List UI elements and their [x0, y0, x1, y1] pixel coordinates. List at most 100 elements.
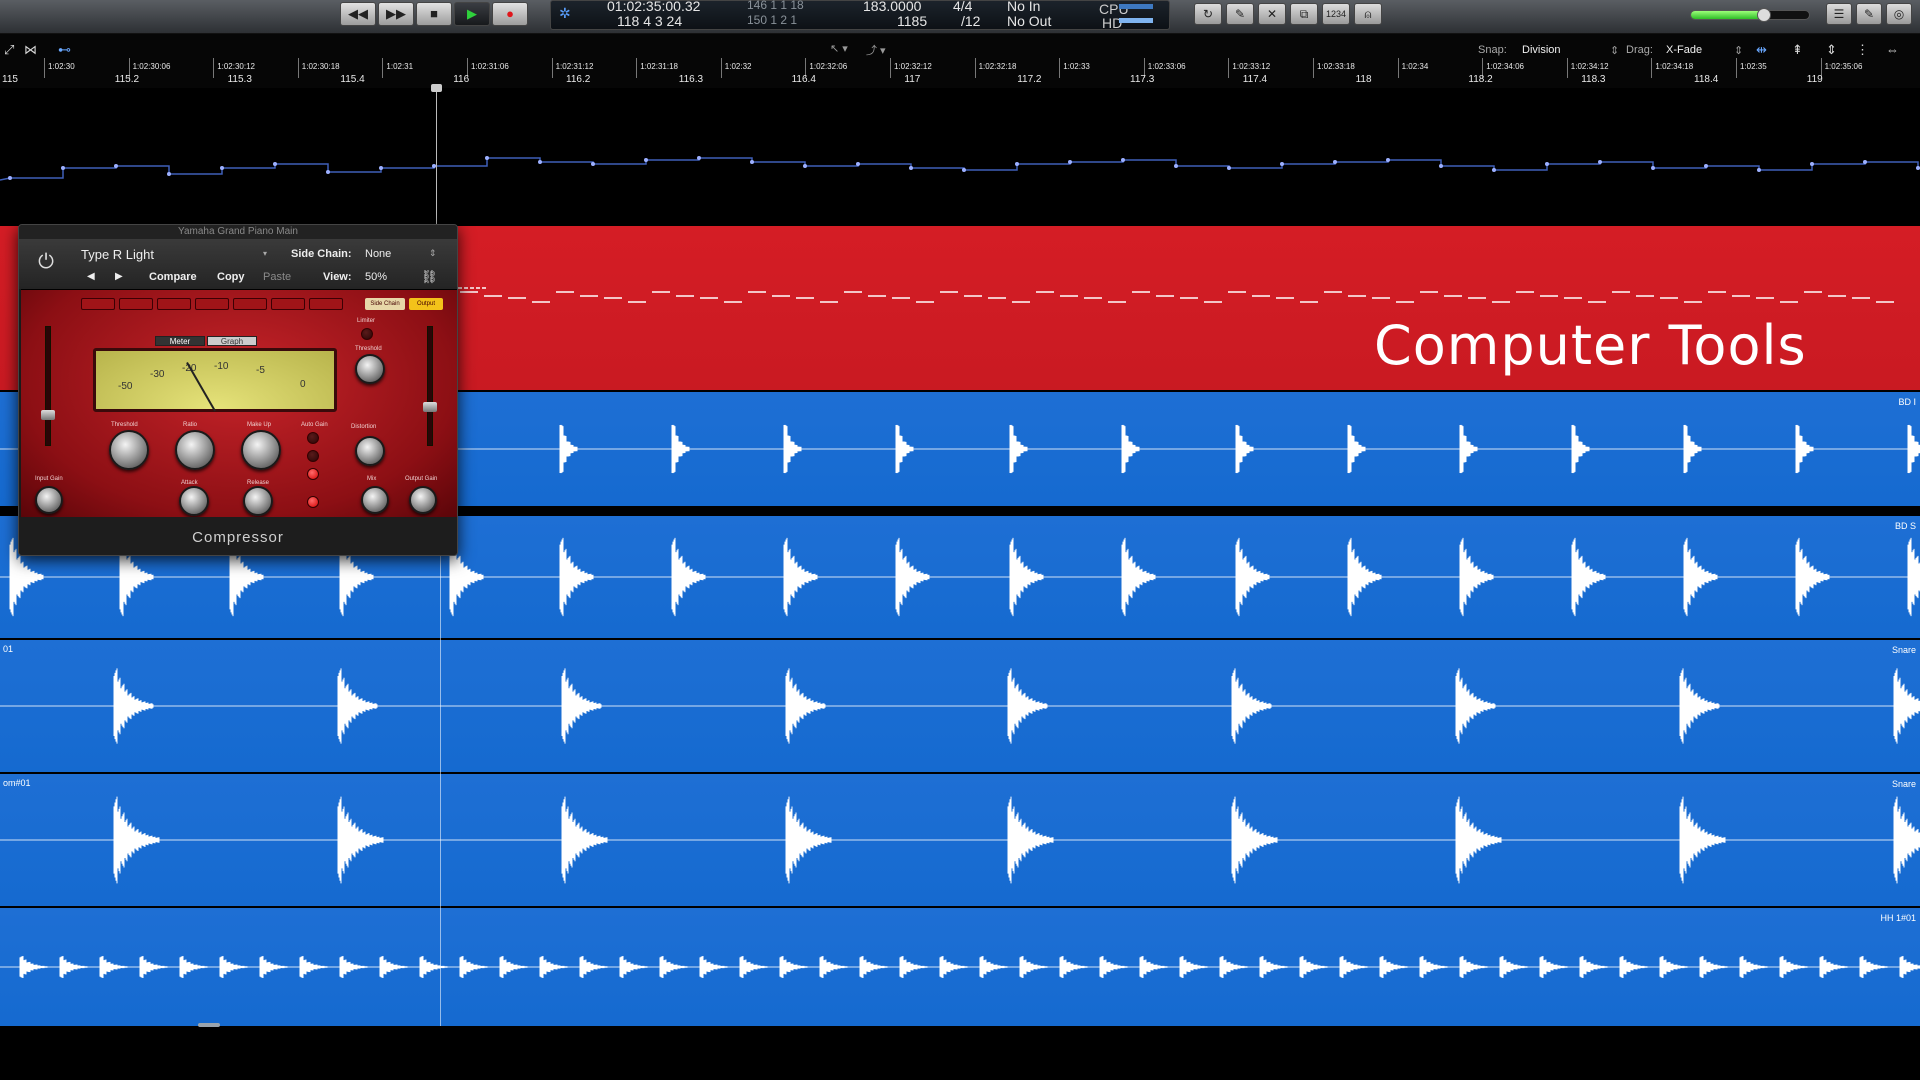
auto-gain-led[interactable] — [307, 468, 319, 480]
copy-button[interactable]: Copy — [217, 271, 245, 283]
tempo-point[interactable] — [1598, 160, 1602, 164]
tempo-point[interactable] — [273, 162, 277, 166]
height-icon[interactable]: ⇕ — [1826, 42, 1837, 58]
play-button[interactable]: ▶ — [454, 2, 490, 26]
playhead[interactable] — [436, 84, 437, 224]
make-up-knob[interactable] — [241, 430, 281, 470]
tempo-point[interactable] — [8, 176, 12, 180]
tempo-point[interactable] — [1174, 164, 1178, 168]
cycle-icon[interactable]: ↻ — [1194, 3, 1222, 25]
tempo-point[interactable] — [1810, 162, 1814, 166]
ruler-bar[interactable]: ⤢ ⋈ ⊷ ↖ ▾ ⤴ ▾ Snap: Division ⇕ Drag: X-F… — [0, 34, 1920, 88]
view-select[interactable]: 50% — [365, 271, 387, 283]
snap-select[interactable]: Division — [1522, 44, 1561, 56]
tempo-point[interactable] — [1280, 162, 1284, 166]
tempo-point[interactable] — [1121, 158, 1125, 162]
secondary-tool-icon[interactable]: ⤴ ▾ — [866, 42, 886, 58]
tempo-lane[interactable] — [0, 88, 1920, 226]
output-fader-track[interactable] — [427, 326, 433, 446]
tempo-point[interactable] — [1333, 160, 1337, 164]
input-fader-knob[interactable] — [41, 410, 55, 420]
side-chain-button[interactable]: Side Chain — [365, 298, 405, 310]
master-volume-knob[interactable] — [1757, 8, 1771, 22]
snare-track-2[interactable]: om#01 Snare — [0, 774, 1920, 906]
tempo-point[interactable] — [114, 164, 118, 168]
tempo-point[interactable] — [909, 166, 913, 170]
tempo-point[interactable] — [61, 166, 65, 170]
model-button[interactable] — [81, 298, 115, 310]
tempo-point[interactable] — [962, 168, 966, 172]
mute-icon[interactable]: ✕ — [1258, 3, 1286, 25]
meter-tab[interactable]: Meter — [155, 336, 205, 346]
more-icon[interactable]: ⋮ — [1856, 42, 1869, 58]
expand-icon[interactable]: ⇔ — [1886, 42, 1899, 57]
link-icon[interactable]: ⛓ — [421, 269, 438, 285]
tempo-point[interactable] — [1651, 166, 1655, 170]
gear-icon[interactable]: ✲ — [559, 5, 571, 22]
tempo-point[interactable] — [1545, 162, 1549, 166]
master-volume-slider[interactable] — [1690, 8, 1810, 22]
input-gain-knob[interactable] — [35, 486, 63, 514]
compressor-plugin-window[interactable]: Yamaha Grand Piano Main ⏻ Type R Light ▾… — [18, 224, 458, 556]
drag-select[interactable]: X-Fade — [1666, 44, 1702, 56]
tempo-point[interactable] — [1227, 166, 1231, 170]
playhead-handle[interactable] — [431, 84, 442, 92]
pointer-tool-icon[interactable]: ↖ ▾ — [830, 42, 848, 55]
output-gain-knob[interactable] — [409, 486, 437, 514]
compare-button[interactable]: Compare — [149, 271, 197, 283]
tempo-point[interactable] — [1439, 164, 1443, 168]
tempo-point[interactable] — [750, 160, 754, 164]
rewind-button[interactable]: ◀◀ — [340, 2, 376, 26]
model-button[interactable] — [119, 298, 153, 310]
tempo-point[interactable] — [538, 160, 542, 164]
tempo-point[interactable] — [697, 156, 701, 160]
stop-button[interactable]: ■ — [416, 2, 452, 26]
tempo-point[interactable] — [485, 156, 489, 160]
lcd-display[interactable]: ✲ 01:02:35:00.32 118 4 3 24 146 1 1 18 1… — [550, 0, 1170, 31]
ratio-knob[interactable] — [175, 430, 215, 470]
auto-gain-led[interactable] — [307, 432, 319, 444]
preset-menu[interactable]: Type R Light — [81, 247, 154, 262]
tempo-point[interactable] — [1492, 168, 1496, 172]
tempo-point[interactable] — [220, 166, 224, 170]
tempo-point[interactable] — [1068, 160, 1072, 164]
solo-icon[interactable]: ⧉ — [1290, 3, 1318, 25]
automation-icon[interactable]: ⊷ — [58, 42, 71, 58]
metronome-icon[interactable]: ⍝ — [1354, 3, 1382, 25]
output-fader-knob[interactable] — [423, 402, 437, 412]
notepad-icon[interactable]: ✎ — [1856, 3, 1882, 25]
paste-button[interactable]: Paste — [263, 271, 291, 283]
model-button[interactable] — [157, 298, 191, 310]
tempo-point[interactable] — [1386, 158, 1390, 162]
attack-knob[interactable] — [179, 486, 209, 516]
list-icon[interactable]: ☰ — [1826, 3, 1852, 25]
tempo-point[interactable] — [1757, 168, 1761, 172]
limiter-led[interactable] — [361, 328, 373, 340]
tempo-point[interactable] — [1863, 160, 1867, 164]
side-chain-arrows-icon[interactable]: ⇕ — [429, 248, 437, 259]
snare-track-1[interactable]: 01 Snare — [0, 640, 1920, 772]
limiter-threshold-knob[interactable] — [355, 354, 385, 384]
record-button[interactable]: ● — [492, 2, 528, 26]
output-button[interactable]: Output — [409, 298, 443, 310]
input-fader-track[interactable] — [45, 326, 51, 446]
waveform-zoom-icon[interactable]: ⇹ — [1756, 42, 1767, 58]
previous-preset-icon[interactable]: ◀ — [87, 271, 95, 282]
loops-icon[interactable]: ◎ — [1886, 3, 1912, 25]
mix-knob[interactable] — [361, 486, 389, 514]
auto-gain-led[interactable] — [307, 450, 319, 462]
model-button[interactable] — [195, 298, 229, 310]
threshold-knob[interactable] — [109, 430, 149, 470]
model-button[interactable] — [309, 298, 343, 310]
tempo-point[interactable] — [1916, 166, 1920, 170]
model-button[interactable] — [271, 298, 305, 310]
horizontal-scroll-thumb[interactable] — [198, 1023, 220, 1027]
tempo-point[interactable] — [1015, 162, 1019, 166]
side-chain-select[interactable]: None — [365, 248, 391, 260]
count-in-icon[interactable]: 1234 — [1322, 3, 1350, 25]
graph-tab[interactable]: Graph — [207, 336, 257, 346]
preset-arrow-icon[interactable]: ▾ — [263, 249, 267, 258]
tempo-point[interactable] — [856, 162, 860, 166]
zoom-icon[interactable]: ⤢ — [4, 42, 14, 58]
vertical-zoom-icon[interactable]: ⇞ — [1792, 42, 1803, 58]
